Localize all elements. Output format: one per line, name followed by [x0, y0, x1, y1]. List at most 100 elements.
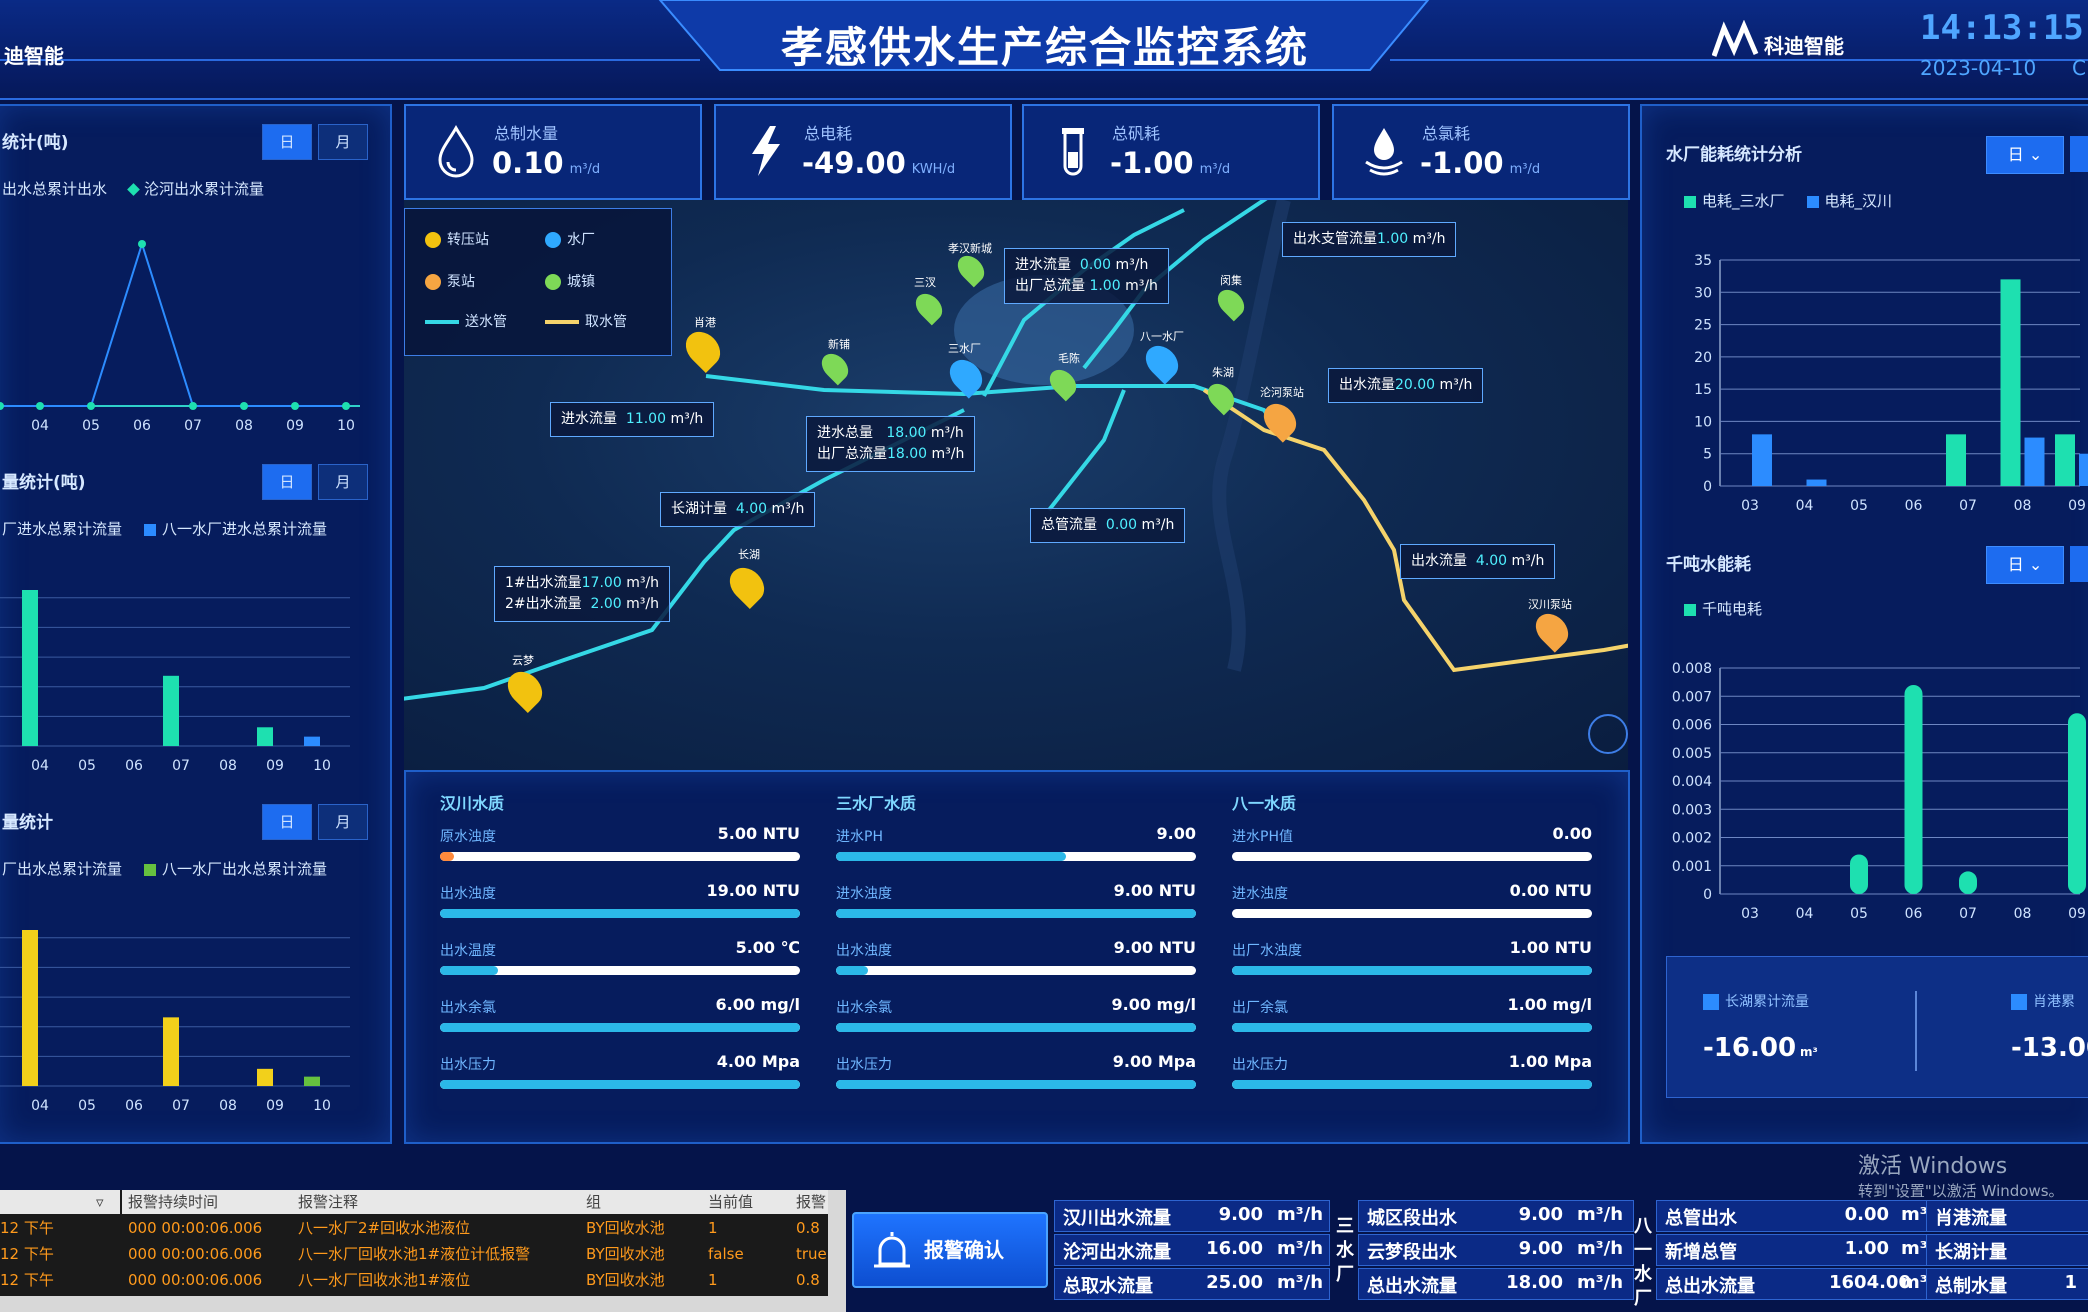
alarm-confirm-button[interactable]: 报警确认	[852, 1212, 1048, 1288]
tab-month[interactable]: 月	[318, 464, 368, 500]
alarm-cell[interactable]: 12 下午	[0, 1268, 120, 1292]
water-quality-column: 汉川水质 原水浊度 5.00 NTU 出水浊度 19.00 NTU 出水温度 5.00 ℃ 出…	[440, 790, 800, 1097]
bar	[2024, 437, 2045, 486]
metric-value: 9.00 Mpa	[1112, 1052, 1196, 1071]
x-tick-label: 06	[125, 1098, 143, 1114]
metric-value: 9.00 NTU	[1113, 881, 1196, 900]
metric-bar	[836, 852, 1196, 861]
pipeline-map[interactable]: 转压站 水厂 泵站 城镇 送水管 取水管 孝汉新城 三汊 新铺 三水厂 毛陈 闵…	[404, 200, 1628, 770]
metric-bar-fill	[440, 1080, 800, 1089]
metric-bar	[1232, 909, 1592, 918]
legend-swatch	[144, 523, 157, 536]
alarm-table[interactable]: ▿ 报警持续时间 报警注释 组 当前值 报警 12 下午 000 00:00:06…	[0, 1190, 846, 1312]
totals-divider	[1915, 991, 1917, 1071]
left-panel-2-legend: 厂进水总累计流量 八一水厂进水总累计流量	[2, 518, 327, 539]
chevron-down-icon: ⌄	[2028, 145, 2043, 164]
energy-period-select[interactable]: 日 ⌄	[1986, 136, 2064, 174]
x-tick-label: 03	[1741, 498, 1759, 514]
x-tick-label: 04	[31, 1098, 49, 1114]
x-tick-label: 04	[31, 418, 49, 434]
water-plant-icon	[545, 232, 561, 248]
metric-name: 出水压力	[440, 1057, 496, 1073]
bar	[2068, 713, 2086, 894]
alarm-header-0[interactable]: ▿	[0, 1190, 120, 1214]
alarm-cell[interactable]: 0.8	[796, 1268, 832, 1292]
metric-value: 0.00	[1552, 824, 1592, 843]
tab-day[interactable]: 日	[262, 464, 312, 500]
metric-bar-fill	[1232, 1080, 1592, 1089]
alarm-cell[interactable]: false	[708, 1242, 792, 1266]
alarm-header-group[interactable]: 组	[580, 1190, 704, 1214]
y-tick-label: 0.005	[1672, 746, 1712, 762]
alarm-cell[interactable]: 1	[708, 1216, 792, 1240]
legend-swatch	[1806, 195, 1819, 208]
alarm-cell[interactable]: 八一水厂回收水池1#液位计低报警	[298, 1242, 582, 1266]
alarm-cell[interactable]: BY回收水池	[586, 1216, 704, 1240]
flow-value: 9.00	[1518, 1238, 1563, 1259]
tab-day[interactable]: 日	[262, 804, 312, 840]
alarm-header-limit[interactable]: 报警	[790, 1190, 832, 1214]
kton-period-select[interactable]: 日 ⌄	[1986, 546, 2064, 584]
legend-swatch	[144, 863, 157, 876]
alarm-cell[interactable]: 12 下午	[0, 1216, 120, 1240]
x-tick-label: 10	[313, 1098, 331, 1114]
compass-icon[interactable]	[1588, 714, 1628, 754]
place-label: 闵集	[1220, 274, 1242, 287]
energy-panel-edge-box	[2070, 136, 2088, 172]
metric-value: 1.00 NTU	[1509, 938, 1592, 957]
metric-name: 出水压力	[836, 1057, 892, 1073]
alarm-cell[interactable]: 八一水厂回收水池1#液位	[298, 1268, 582, 1292]
x-tick-label: 08	[219, 758, 237, 774]
metric-bar	[1232, 1023, 1592, 1032]
bar	[163, 675, 179, 746]
left-panel-1-legend: 出水总累计出水 沦河出水累计流量	[2, 178, 264, 199]
y-tick-label: 0.008	[1672, 661, 1712, 677]
metric-name: 出水浊度	[836, 943, 892, 959]
tab-month[interactable]: 月	[318, 124, 368, 160]
x-tick-label: 04	[1796, 906, 1814, 922]
x-tick-label: 07	[172, 758, 190, 774]
bar	[1946, 434, 1966, 486]
table-hscrollbar[interactable]	[0, 1296, 846, 1312]
alarm-cell[interactable]: 1	[708, 1268, 792, 1292]
tab-day[interactable]: 日	[262, 124, 312, 160]
left-panel-3-legend: 厂出水总累计流量 八一水厂出水总累计流量	[2, 858, 327, 879]
tab-month[interactable]: 月	[318, 804, 368, 840]
metric-bar-fill	[1232, 966, 1592, 975]
legend-text: 八一水厂出水总累计流量	[162, 860, 328, 878]
data-point	[87, 402, 95, 410]
alarm-cell[interactable]: 000 00:00:06.006	[128, 1216, 294, 1240]
y-tick-label: 0.001	[1672, 859, 1712, 875]
place-label: 孝汉新城	[948, 242, 992, 255]
bar	[304, 1076, 320, 1086]
y-tick-label: 20	[1694, 350, 1712, 366]
alarm-header-duration[interactable]: 报警持续时间	[122, 1190, 294, 1214]
alarm-header-current[interactable]: 当前值	[702, 1190, 792, 1214]
x-tick-label: 08	[219, 1098, 237, 1114]
lightning-icon	[752, 126, 780, 176]
header-edge-char: C	[2072, 56, 2086, 80]
data-point	[240, 402, 248, 410]
alarm-cell[interactable]: 八一水厂2#回收水池液位	[298, 1216, 582, 1240]
metric-bar	[440, 1023, 800, 1032]
alarm-cell[interactable]: 000 00:00:06.006	[128, 1268, 294, 1292]
flow-name: 长湖计量	[1935, 1242, 2007, 1263]
right-logo: 科迪智能	[1764, 34, 1844, 58]
legend-item: 沦河出水累计流量	[127, 178, 264, 199]
alarm-cell[interactable]: 12 下午	[0, 1242, 120, 1266]
kpi-label: 总矾耗	[1112, 124, 1161, 143]
table-scrollbar[interactable]	[828, 1190, 846, 1296]
alarm-cell[interactable]: BY回收水池	[586, 1268, 704, 1292]
chevron-down-icon: ⌄	[2028, 555, 2043, 574]
alarm-cell[interactable]: 000 00:00:06.006	[128, 1242, 294, 1266]
brand-logo-icon	[1711, 19, 1760, 60]
alarm-cell[interactable]: true	[796, 1242, 832, 1266]
x-tick-label: 05	[78, 758, 96, 774]
alarm-cell[interactable]: BY回收水池	[586, 1242, 704, 1266]
x-tick-label: 10	[337, 418, 355, 434]
alarm-cell[interactable]: 0.8	[796, 1216, 832, 1240]
metric-bar-fill	[836, 1080, 1196, 1089]
flow-item: 云梦段出水 9.00 m³/h	[1358, 1234, 1634, 1266]
alarm-header-note[interactable]: 报警注释	[292, 1190, 582, 1214]
metric-value: 5.00 NTU	[717, 824, 800, 843]
